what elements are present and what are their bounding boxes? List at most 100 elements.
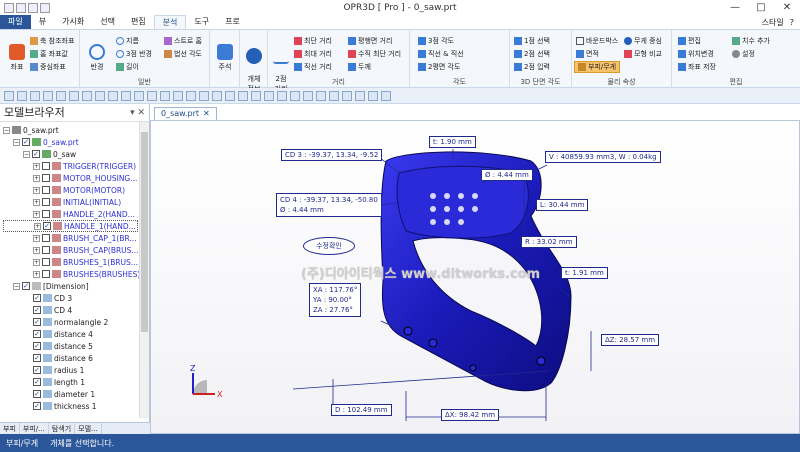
- one-point-select-button[interactable]: 1점 선택: [514, 36, 550, 46]
- tool-icon[interactable]: [212, 90, 222, 101]
- add-dimension-button[interactable]: 치수 추가: [732, 36, 770, 46]
- visibility-checkbox[interactable]: [42, 258, 50, 266]
- tree-node-component[interactable]: + BRUSHES(BRUSHES): [33, 268, 140, 280]
- two-point-input-button[interactable]: 2점 입력: [514, 62, 550, 72]
- collapse-icon[interactable]: −: [3, 126, 10, 134]
- close-button[interactable]: ✕: [774, 0, 800, 16]
- delta-z-annotation[interactable]: ΔZ: 28.57 mm: [601, 334, 660, 346]
- visibility-checkbox[interactable]: ✓: [33, 294, 41, 302]
- visibility-checkbox[interactable]: ✓: [33, 390, 41, 398]
- diameter-button[interactable]: 지름: [116, 36, 139, 46]
- panel-tab-volume-weight[interactable]: 부피/...: [20, 423, 49, 434]
- visibility-checkbox[interactable]: [42, 162, 50, 170]
- max-distance-button[interactable]: 최대 거리: [294, 49, 332, 59]
- tool-icon[interactable]: [17, 90, 27, 101]
- tool-icon[interactable]: [355, 90, 365, 101]
- edit-button[interactable]: 편집: [678, 36, 701, 46]
- tree-node-dimension[interactable]: ✓ length 1: [33, 376, 85, 388]
- tree-node-dimension[interactable]: ✓ thickness 1: [33, 400, 97, 412]
- tree-node-component-selected[interactable]: + ✓ HANDLE_1(HAND...: [3, 220, 138, 232]
- tree-node-component[interactable]: + BRUSH_CAP(BRUS...: [33, 244, 139, 256]
- tree-scrollbar[interactable]: [139, 122, 149, 418]
- tree-node-component[interactable]: + TRIGGER(TRIGGER): [33, 160, 136, 172]
- visibility-checkbox[interactable]: ✓: [33, 402, 41, 410]
- visibility-checkbox[interactable]: ✓: [32, 150, 40, 158]
- settings-button[interactable]: 설정: [732, 49, 755, 59]
- center-of-mass-button[interactable]: 무게 중심: [624, 36, 662, 46]
- expand-icon[interactable]: +: [33, 210, 40, 218]
- tool-icon[interactable]: [30, 90, 40, 101]
- stroke-groove-button[interactable]: 스트로 홈: [164, 36, 202, 46]
- style-menu[interactable]: 스타일: [762, 17, 784, 28]
- visibility-checkbox[interactable]: [42, 210, 50, 218]
- center-coord-button[interactable]: 중심좌표: [30, 62, 66, 72]
- tool-icon[interactable]: [368, 90, 378, 101]
- expand-icon[interactable]: +: [33, 234, 40, 242]
- tree-node-component[interactable]: + MOTOR(MOTOR): [33, 184, 125, 196]
- shortest-distance-button[interactable]: 최단 거리: [294, 36, 332, 46]
- tree-node-part[interactable]: − ✓ 0_saw.prt: [13, 136, 79, 148]
- panel-tab-volume[interactable]: 부피: [0, 423, 20, 434]
- tree-node-root[interactable]: −0_saw.prt: [3, 124, 59, 136]
- tab-edit[interactable]: 편집: [123, 15, 154, 29]
- tool-icon[interactable]: [342, 90, 352, 101]
- tool-icon[interactable]: [381, 90, 391, 101]
- visibility-checkbox[interactable]: ✓: [33, 378, 41, 386]
- distance-annotation[interactable]: D : 102.49 mm: [331, 404, 392, 416]
- tool-icon[interactable]: [56, 90, 66, 101]
- tool-icon[interactable]: [173, 90, 183, 101]
- tree-node-dimension[interactable]: ✓ CD 3: [33, 292, 72, 304]
- tab-view[interactable]: 뷰: [31, 15, 54, 29]
- minimize-button[interactable]: —: [722, 0, 748, 16]
- tool-icon[interactable]: [316, 90, 326, 101]
- tree-node-component[interactable]: + INITIAL(INITIAL): [33, 196, 121, 208]
- tool-icon[interactable]: [303, 90, 313, 101]
- thickness-annotation-2[interactable]: t: 1.91 mm: [561, 267, 608, 279]
- home-coord-button[interactable]: 홈 좌표값: [30, 49, 68, 59]
- tool-icon[interactable]: [199, 90, 209, 101]
- tab-file[interactable]: 파일: [0, 15, 31, 29]
- note-button[interactable]: 주석: [213, 44, 237, 72]
- length-button[interactable]: 길이: [116, 62, 139, 72]
- tool-icon[interactable]: [108, 90, 118, 101]
- expand-icon[interactable]: +: [33, 162, 40, 170]
- coordinate-annotation-cd4[interactable]: CD 4 : -39.37, 13.34, -50.80 Ø : 4.44 mm: [276, 193, 382, 217]
- panel-tab-explorer[interactable]: 탐색기: [49, 423, 76, 434]
- maximize-button[interactable]: □: [748, 0, 774, 16]
- three-point-angle-button[interactable]: 3점 각도: [418, 36, 454, 46]
- tree-node-dimension[interactable]: ✓ radius 1: [33, 364, 84, 376]
- tree-node-component[interactable]: + BRUSH_CAP_1(BR...: [33, 232, 137, 244]
- doc-tab[interactable]: 0_saw.prt ✕: [154, 107, 217, 120]
- reposition-button[interactable]: 위치변경: [678, 49, 714, 59]
- volume-weight-annotation[interactable]: V : 40859.93 mm3, W : 0.04kg: [545, 151, 661, 163]
- visibility-checkbox[interactable]: [42, 234, 50, 242]
- visibility-checkbox[interactable]: [42, 246, 50, 254]
- panel-pin-close[interactable]: ▾ ✕: [130, 104, 145, 122]
- tool-icon[interactable]: [290, 90, 300, 101]
- tab-pro[interactable]: 프로: [217, 15, 248, 29]
- expand-icon[interactable]: +: [33, 186, 40, 194]
- delta-x-annotation[interactable]: ΔX: 98.42 mm: [441, 409, 500, 421]
- length-annotation[interactable]: L: 30.44 mm: [536, 199, 589, 211]
- radius-annotation[interactable]: R : 33.02 mm: [521, 236, 577, 248]
- visibility-checkbox[interactable]: ✓: [43, 222, 51, 230]
- collapse-icon[interactable]: −: [23, 150, 30, 158]
- visibility-checkbox[interactable]: ✓: [22, 282, 30, 290]
- tree-node-assembly[interactable]: − ✓ 0_saw: [23, 148, 76, 160]
- tree-node-dimension[interactable]: ✓ distance 5: [33, 340, 93, 352]
- scrollbar-thumb[interactable]: [141, 132, 148, 332]
- tool-icon[interactable]: [43, 90, 53, 101]
- two-plane-angle-button[interactable]: 2평면 각도: [418, 62, 460, 72]
- save-icon[interactable]: [4, 3, 14, 13]
- visibility-checkbox[interactable]: ✓: [33, 354, 41, 362]
- normal-angle-button[interactable]: 법선 각도: [164, 49, 202, 59]
- tool-icon[interactable]: [121, 90, 131, 101]
- help-icon[interactable]: ?: [790, 18, 794, 27]
- tree-node-dimension[interactable]: ✓ normalangle 2: [33, 316, 108, 328]
- visibility-checkbox[interactable]: ✓: [33, 366, 41, 374]
- redo-icon[interactable]: [28, 3, 38, 13]
- tab-select[interactable]: 선택: [92, 15, 123, 29]
- tool-icon[interactable]: [225, 90, 235, 101]
- tree-node-component[interactable]: + MOTOR_HOUSING...: [33, 172, 137, 184]
- parallel-plane-distance-button[interactable]: 평행면 거리: [348, 36, 392, 46]
